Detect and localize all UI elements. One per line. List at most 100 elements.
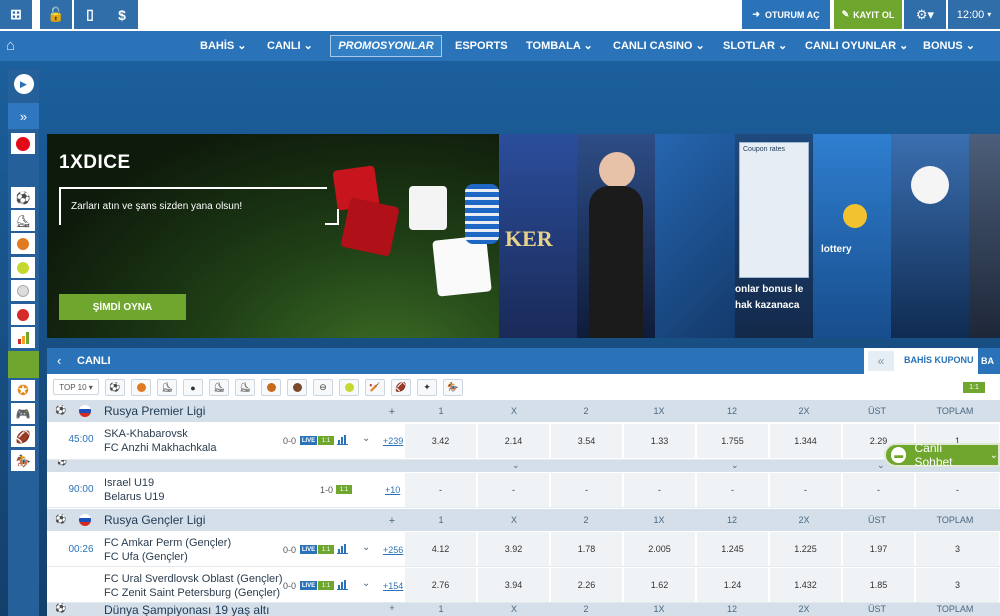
- chevron-down-icon[interactable]: ⌄: [362, 542, 370, 553]
- tennis-icon[interactable]: [11, 257, 35, 278]
- odd-x[interactable]: 2.14: [478, 424, 550, 458]
- filter-basketball-icon[interactable]: [131, 379, 151, 396]
- more-bets-link[interactable]: +10: [385, 485, 400, 495]
- nav-promosyonlar[interactable]: PROMOSYONLAR: [330, 35, 442, 57]
- live-badge[interactable]: LIVE: [300, 581, 317, 590]
- filter-billiards-icon[interactable]: ●: [183, 379, 203, 396]
- filter-tennis-icon[interactable]: [339, 379, 359, 396]
- stats-icon[interactable]: [337, 435, 348, 445]
- odd-1x[interactable]: -: [624, 473, 696, 507]
- filter-football-icon[interactable]: ⚽: [105, 379, 125, 396]
- odd-12[interactable]: 1.245: [697, 532, 769, 566]
- collapsed-league-row[interactable]: ⚽ ⌄ ⌄ ⌄: [47, 460, 1000, 472]
- promo-banner[interactable]: 1XDICE Zarları atın ve şans sizden yana …: [47, 134, 1000, 338]
- american-football-icon[interactable]: 🏈: [11, 426, 35, 447]
- filter-basket-icon[interactable]: [261, 379, 281, 396]
- odd-2[interactable]: 2.26: [551, 568, 623, 602]
- odd-2x[interactable]: 1.432: [770, 568, 842, 602]
- windows-icon[interactable]: ⊞: [0, 0, 32, 29]
- odd-1[interactable]: 3.42: [405, 424, 477, 458]
- filter-american-football-icon[interactable]: 🏈: [391, 379, 411, 396]
- banner-tile-lottery[interactable]: lottery: [813, 134, 891, 338]
- odd-total[interactable]: 3: [916, 568, 1000, 602]
- nav-bahis[interactable]: BAHİS ⌄: [200, 31, 247, 61]
- filter-mma-icon[interactable]: ✦: [417, 379, 437, 396]
- match-row[interactable]: FC Ural Sverdlovsk Oblast (Gençler) FC Z…: [47, 567, 1000, 603]
- ice-hockey-icon[interactable]: ⛸: [11, 210, 35, 231]
- sidebar-play-button[interactable]: ▶: [8, 71, 39, 97]
- filter-horse-icon[interactable]: 🏇: [443, 379, 463, 396]
- live-chat-button[interactable]: ▬ Canlı Sohbet ⌄: [884, 441, 1000, 469]
- coupon-tab-2[interactable]: BA: [978, 348, 1000, 374]
- turkey-flag-icon[interactable]: [11, 133, 35, 154]
- more-bets-link[interactable]: +154: [383, 581, 403, 591]
- odd-over[interactable]: -: [843, 473, 915, 507]
- odd-1[interactable]: -: [405, 473, 477, 507]
- stats-icon[interactable]: [337, 580, 348, 590]
- more-bets-link[interactable]: +239: [383, 436, 403, 446]
- filter-hockey-icon[interactable]: ⛸: [157, 379, 177, 396]
- stats-icon[interactable]: [337, 544, 348, 554]
- settings-button[interactable]: ⚙▾: [904, 0, 946, 29]
- odd-2[interactable]: 3.54: [551, 424, 623, 458]
- collapse-coupon-icon[interactable]: «: [868, 351, 894, 371]
- live-badge[interactable]: LIVE: [300, 545, 317, 554]
- register-button[interactable]: ✎ KAYIT OL: [834, 0, 902, 29]
- filter-ball-icon[interactable]: [287, 379, 307, 396]
- odd-1x[interactable]: 1.33: [624, 424, 696, 458]
- horse-racing-icon[interactable]: 🏇: [11, 450, 35, 471]
- field-icon[interactable]: 1:1: [318, 545, 334, 554]
- more-bets-link[interactable]: +256: [383, 545, 403, 555]
- odd-x[interactable]: 3.94: [478, 568, 550, 602]
- odd-2x[interactable]: 1.225: [770, 532, 842, 566]
- nav-esports[interactable]: ESPORTS: [455, 31, 508, 61]
- chevron-left-icon[interactable]: ‹: [57, 353, 61, 368]
- filter-icehockey-icon[interactable]: ⛸: [209, 379, 229, 396]
- banner-tile-poker[interactable]: KER: [499, 134, 577, 338]
- play-now-button[interactable]: ŞİMDİ OYNA: [59, 294, 186, 320]
- odd-total[interactable]: -: [916, 473, 1000, 507]
- esports-icon[interactable]: 🎮: [11, 403, 35, 424]
- live-badge[interactable]: LIVE: [300, 436, 317, 445]
- nav-tombala[interactable]: TOMBALA ⌄: [526, 31, 593, 61]
- filter-esports-icon[interactable]: ⊖: [313, 379, 333, 396]
- sidebar-expand-button[interactable]: »: [8, 103, 39, 129]
- odd-2[interactable]: 1.78: [551, 532, 623, 566]
- banner-tile-casino[interactable]: [577, 134, 655, 338]
- banner-tile-coupon[interactable]: Coupon rates onlar bonus le hak kazanaca: [735, 134, 813, 338]
- field-view-icon[interactable]: 1:1: [963, 382, 985, 393]
- odd-12[interactable]: 1.755: [697, 424, 769, 458]
- lock-icon[interactable]: 🔓: [40, 0, 72, 29]
- nav-canli[interactable]: CANLI ⌄: [267, 31, 313, 61]
- match-row[interactable]: 45:00 SKA-Khabarovsk FC Anzhi Makhachkal…: [47, 422, 1000, 460]
- filter-skate-icon[interactable]: ⛸: [235, 379, 255, 396]
- nav-canli-casino[interactable]: CANLI CASINO ⌄: [613, 31, 705, 61]
- match-row[interactable]: 90:00 Israel U19 Belarus U19 1-0 1:1 +10…: [47, 472, 1000, 508]
- odd-over[interactable]: 1.97: [843, 532, 915, 566]
- league-header[interactable]: ⚽ Rusya Gençler Ligi + 1 X 2 1X 12 2X ÜS…: [47, 509, 1000, 531]
- odd-x[interactable]: -: [478, 473, 550, 507]
- basketball-icon[interactable]: [11, 233, 35, 254]
- mobile-icon[interactable]: ▯: [74, 0, 106, 29]
- banner-tile-sports[interactable]: [655, 134, 735, 338]
- odd-12[interactable]: 1.24: [697, 568, 769, 602]
- bet-coupon-tab[interactable]: « BAHİS KUPONU BA: [864, 348, 1000, 374]
- nav-bonus[interactable]: BONUS ⌄: [923, 31, 975, 61]
- odd-over[interactable]: 1.85: [843, 568, 915, 602]
- nav-slotlar[interactable]: SLOTLAR ⌄: [723, 31, 787, 61]
- clock-button[interactable]: 12:00 ▾: [948, 0, 1000, 29]
- league-header[interactable]: ⚽ Dünya Şampiyonası 19 yaş altı + 1 X 2 …: [47, 603, 1000, 616]
- odd-12[interactable]: -: [697, 473, 769, 507]
- odd-2x[interactable]: -: [770, 473, 842, 507]
- field-icon[interactable]: 1:1: [318, 436, 334, 445]
- stats-icon[interactable]: [11, 327, 35, 348]
- dollar-icon[interactable]: $: [106, 0, 138, 29]
- login-button[interactable]: ➜ OTURUM AÇ: [742, 0, 830, 29]
- chevron-down-icon[interactable]: ⌄: [362, 433, 370, 444]
- odd-1[interactable]: 2.76: [405, 568, 477, 602]
- chevron-down-icon[interactable]: ⌄: [362, 578, 370, 589]
- banner-tile-extra[interactable]: [969, 134, 1000, 338]
- nav-canli-oyunlar[interactable]: CANLI OYUNLAR ⌄: [805, 31, 908, 61]
- field-icon[interactable]: 1:1: [336, 485, 352, 494]
- home-icon[interactable]: ⌂: [6, 37, 15, 54]
